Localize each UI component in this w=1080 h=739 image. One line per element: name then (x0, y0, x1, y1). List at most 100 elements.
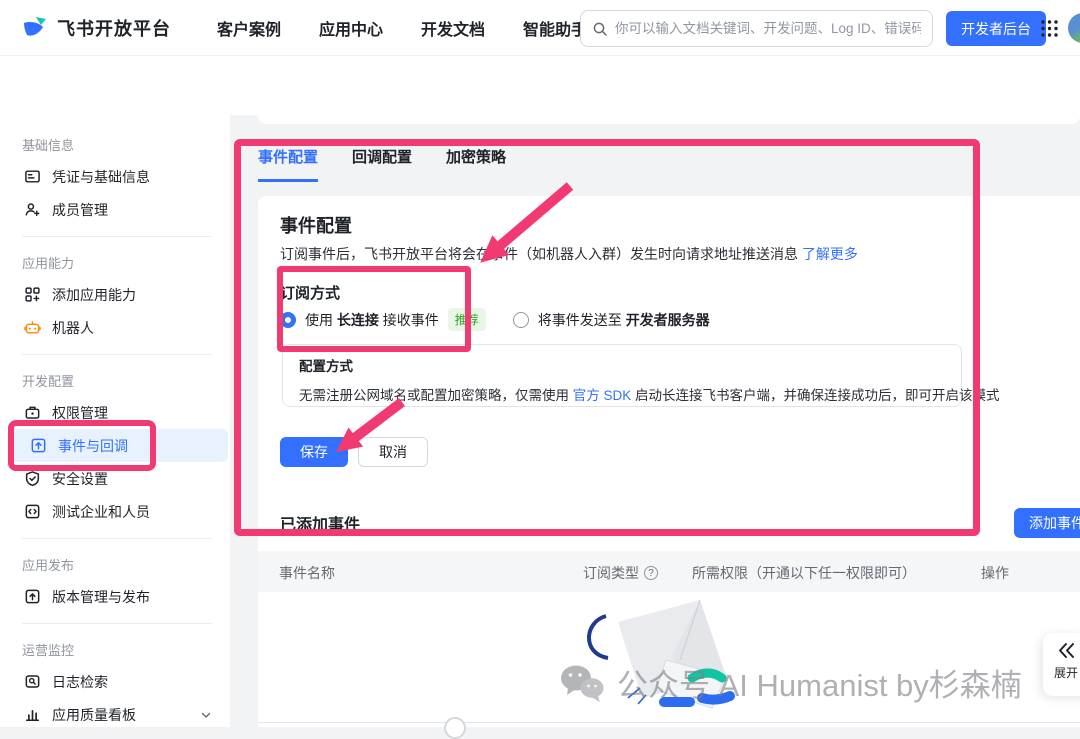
chevron-down-icon[interactable] (200, 709, 212, 721)
sidebar-section-release: 应用发布 (0, 549, 230, 580)
recommended-badge: 推荐 (448, 308, 486, 331)
sidebar: 基础信息 凭证与基础信息 成员管理 应用能力 添加应用能力 (0, 115, 230, 727)
section-title: 事件配置 (280, 212, 352, 238)
robot-icon (24, 319, 41, 336)
help-icon[interactable]: ? (644, 566, 658, 580)
nav-item-cases[interactable]: 客户案例 (217, 16, 281, 40)
sidebar-item-test-company[interactable]: 测试企业和人员 (2, 495, 228, 528)
radio-long-connection-label[interactable]: 使用 长连接 接收事件 (305, 310, 439, 330)
config-mode-text: 无需注册公网域名或配置加密策略，仅需使用 官方 SDK 启动长连接飞书客户端，并… (299, 384, 945, 404)
sidebar-section-devconfig: 开发配置 (0, 365, 230, 396)
sidebar-item-label: 安全设置 (52, 469, 108, 489)
col-label: 订阅类型 (583, 563, 639, 583)
col-actions: 操作 (981, 563, 1009, 583)
sidebar-item-security[interactable]: 安全设置 (2, 462, 228, 495)
sidebar-item-credentials[interactable]: 凭证与基础信息 (2, 160, 228, 193)
wechat-icon (558, 663, 606, 703)
official-sdk-link[interactable]: 官方 SDK (573, 388, 632, 403)
col-subscription-type: 订阅类型 ? (583, 563, 658, 583)
save-button[interactable]: 保存 (280, 437, 348, 467)
sidebar-item-log-search[interactable]: 日志检索 (2, 665, 228, 698)
event-callback-icon (30, 437, 47, 454)
sidebar-item-label: 测试企业和人员 (52, 502, 150, 522)
col-required-permissions: 所需权限（开通以下任一权限即可） (692, 563, 916, 583)
learn-more-link[interactable]: 了解更多 (802, 246, 858, 262)
sidebar-item-label: 事件与回调 (58, 436, 128, 456)
sidebar-item-label: 版本管理与发布 (52, 587, 150, 607)
feishu-logo[interactable]: 飞书开放平台 (22, 14, 171, 41)
code-box-icon (24, 503, 41, 520)
watermark: 公众号 AI Humanist by杉森楠 (558, 660, 1022, 705)
tab-callback-config[interactable]: 回调配置 (352, 146, 412, 182)
section-description: 订阅事件后，飞书开放平台将会在事件（如机器人入群）发生时向请求地址推送消息 了解… (280, 244, 858, 264)
search-box[interactable] (580, 10, 933, 47)
expand-panel-button[interactable]: 展开 (1043, 633, 1080, 696)
shield-check-icon (24, 470, 41, 487)
lock-case-icon (24, 404, 41, 421)
description-text: 订阅事件后，飞书开放平台将会在事件（如机器人入群）发生时向请求地址推送消息 (280, 246, 798, 262)
divider (258, 722, 1080, 723)
config-mode-box: 配置方式 无需注册公网域名或配置加密策略，仅需使用 官方 SDK 启动长连接飞书… (282, 344, 962, 407)
subscribe-options: 使用 长连接 接收事件 推荐 将事件发送至 开发者服务器 (280, 308, 710, 331)
nav-item-docs[interactable]: 开发文档 (421, 16, 485, 40)
cancel-button[interactable]: 取消 (358, 437, 428, 467)
tab-encryption-policy[interactable]: 加密策略 (446, 146, 506, 182)
sidebar-item-label: 成员管理 (52, 200, 108, 220)
search-icon (592, 21, 608, 37)
sidebar-section-monitor: 运营监控 (0, 634, 230, 665)
grid-add-icon (24, 286, 41, 303)
tab-event-config[interactable]: 事件配置 (258, 146, 318, 182)
sidebar-item-add-capability[interactable]: 添加应用能力 (2, 278, 228, 311)
avatar[interactable] (1068, 13, 1080, 43)
divider (22, 354, 212, 355)
sidebar-item-bot[interactable]: 机器人 (2, 311, 228, 344)
expand-label: 展开 (1054, 664, 1078, 681)
option-prefix: 使用 (305, 312, 333, 328)
watermark-text: 公众号 AI Humanist by杉森楠 (617, 660, 1022, 705)
sidebar-item-label: 日志检索 (52, 672, 108, 692)
sidebar-item-label: 权限管理 (52, 403, 108, 423)
log-search-icon (24, 673, 41, 690)
col-event-name: 事件名称 (279, 563, 335, 583)
app-header-bar (0, 56, 1080, 115)
search-input[interactable] (615, 21, 921, 36)
dev-console-button[interactable]: 开发者后台 (946, 11, 1046, 46)
sidebar-item-label: 机器人 (52, 318, 94, 338)
double-chevron-left-icon (1057, 642, 1076, 659)
feishu-bird-icon (22, 14, 49, 41)
sidebar-item-label: 凭证与基础信息 (52, 167, 150, 187)
sidebar-item-label: 添加应用能力 (52, 285, 136, 305)
member-add-icon (24, 201, 41, 218)
radio-long-connection[interactable] (280, 312, 296, 328)
bar-chart-icon (24, 706, 41, 723)
option-prefix: 将事件发送至 (538, 312, 622, 328)
credential-card-icon (24, 168, 41, 185)
events-table-header: 事件名称 订阅类型 ? 所需权限（开通以下任一权限即可） 操作 (258, 551, 1080, 592)
divider (22, 236, 212, 237)
sidebar-section-basic: 基础信息 (0, 129, 230, 160)
sidebar-item-version-release[interactable]: 版本管理与发布 (2, 580, 228, 613)
nav-item-assistant-label: 智能助手 (523, 16, 587, 40)
nav-item-appcenter[interactable]: 应用中心 (319, 16, 383, 40)
option-suffix: 接收事件 (383, 312, 439, 328)
sidebar-item-permissions[interactable]: 权限管理 (2, 396, 228, 429)
config-text-after: 启动长连接飞书客户端，并确保连接成功后，即可开启该模式 (635, 388, 1000, 403)
divider (22, 538, 212, 539)
added-events-title: 已添加事件 (280, 511, 360, 535)
config-mode-title: 配置方式 (299, 355, 945, 375)
config-text-before: 无需注册公网域名或配置加密策略，仅需使用 (299, 388, 569, 403)
option-bold: 长连接 (337, 312, 379, 328)
decorative-circle (444, 717, 466, 739)
top-navigation: 飞书开放平台 客户案例 应用中心 开发文档 智能助手 ✦ AI 开发 开发者后台 (0, 0, 1080, 56)
sidebar-item-members[interactable]: 成员管理 (2, 193, 228, 226)
previous-card-edge (258, 115, 1080, 124)
sidebar-item-label: 应用质量看板 (52, 705, 136, 725)
sidebar-item-quality-dashboard[interactable]: 应用质量看板 (2, 698, 228, 731)
sidebar-item-events-callbacks[interactable]: 事件与回调 (8, 429, 228, 462)
sidebar-section-capability: 应用能力 (0, 247, 230, 278)
radio-developer-server[interactable] (513, 312, 529, 328)
add-event-button[interactable]: 添加事件 (1014, 508, 1080, 538)
radio-developer-server-label[interactable]: 将事件发送至 开发者服务器 (538, 310, 710, 330)
logo-text: 飞书开放平台 (57, 15, 171, 41)
apps-grid-icon[interactable] (1040, 19, 1059, 38)
